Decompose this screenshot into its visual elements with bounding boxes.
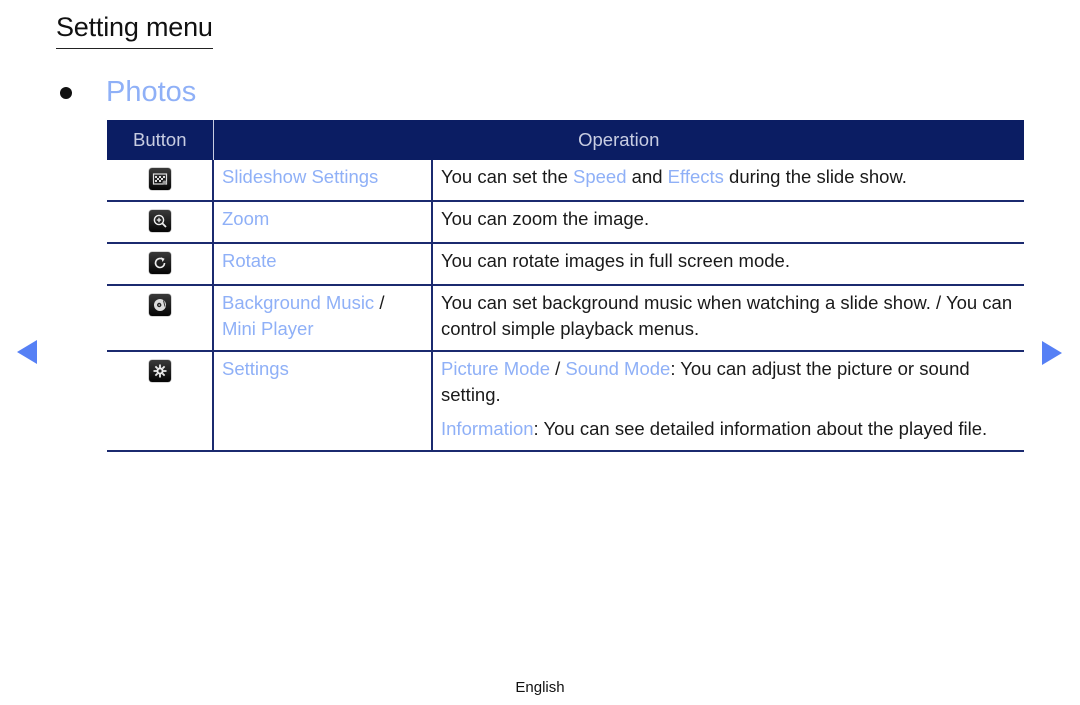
- text-run: /: [550, 358, 566, 379]
- text-run: : You can see detailed information about…: [533, 418, 988, 439]
- highlight-term: Background Music: [222, 292, 375, 313]
- function-name-cell: Settings: [213, 351, 433, 452]
- description-paragraph: Picture Mode / Sound Mode: You can adjus…: [441, 356, 1016, 408]
- description-paragraph: You can rotate images in full screen mod…: [441, 248, 1016, 274]
- table-row: Zoom You can zoom the image.: [107, 201, 1024, 244]
- function-name-cell: Zoom: [213, 201, 433, 244]
- background-music-icon: [148, 294, 171, 316]
- operation-description-cell: You can set background music when watchi…: [432, 285, 1024, 352]
- text-run: You can set the: [441, 166, 574, 187]
- description-paragraph: Information: You can see detailed inform…: [441, 416, 1016, 442]
- function-name-cell: Slideshow Settings: [213, 160, 433, 202]
- table-row: Rotate You can rotate images in full scre…: [107, 243, 1024, 286]
- slideshow-settings-icon: [148, 168, 171, 190]
- table-row: Slideshow Settings You can set the Speed …: [107, 160, 1024, 202]
- function-name: Rotate: [222, 250, 277, 271]
- triangle-left-icon[interactable]: [17, 340, 37, 364]
- bullet-icon: [60, 86, 72, 99]
- text-run: You can zoom the image.: [441, 208, 650, 229]
- button-cell: [107, 351, 214, 452]
- zoom-icon: [148, 210, 171, 232]
- header-operation: Operation: [213, 120, 1024, 160]
- operation-description-cell: You can set the Speed and Effects during…: [432, 160, 1024, 202]
- text-run: and: [626, 166, 668, 187]
- footer-language: English: [515, 679, 565, 696]
- operations-table: Button Operation Slideshow Settings You c…: [107, 120, 1024, 452]
- table-row: Background Music / Mini Player You can se…: [107, 285, 1024, 352]
- highlight-term: Mini Player: [222, 318, 314, 339]
- text-run: You can set background music when watchi…: [441, 292, 1013, 339]
- text-run: during the slide show.: [723, 166, 907, 187]
- function-name: Zoom: [222, 208, 270, 229]
- table-row: Settings Picture Mode / Sound Mode: You c…: [107, 351, 1024, 452]
- section-title: Photos: [106, 76, 197, 108]
- function-name: Settings: [222, 358, 289, 379]
- highlight-term: Picture Mode: [441, 358, 550, 379]
- triangle-right-icon[interactable]: [1042, 341, 1062, 365]
- description-paragraph: You can zoom the image.: [441, 206, 1016, 232]
- table-header-row: Button Operation: [107, 120, 1024, 160]
- button-cell: [107, 243, 214, 286]
- header-button: Button: [107, 120, 214, 160]
- text-run: You can rotate images in full screen mod…: [441, 250, 790, 271]
- operation-description-cell: Picture Mode / Sound Mode: You can adjus…: [432, 351, 1024, 452]
- highlight-term: Information: [441, 418, 534, 439]
- button-cell: [107, 160, 214, 202]
- highlight-term: Effects: [667, 166, 724, 187]
- settings-gear-icon: [148, 360, 171, 382]
- rotate-icon: [148, 252, 171, 274]
- description-paragraph: You can set the Speed and Effects during…: [441, 164, 1016, 190]
- function-name: Slideshow Settings: [222, 166, 379, 187]
- description-paragraph: You can set background music when watchi…: [441, 290, 1016, 342]
- function-name-cell: Background Music / Mini Player: [213, 285, 433, 352]
- button-cell: [107, 285, 214, 352]
- operation-description-cell: You can rotate images in full screen mod…: [432, 243, 1024, 286]
- highlight-term: Sound Mode: [565, 358, 671, 379]
- button-cell: [107, 201, 214, 244]
- function-name-cell: Rotate: [213, 243, 433, 286]
- section-heading: Photos: [60, 76, 196, 109]
- page-title: Setting menu: [56, 12, 213, 49]
- highlight-term: Speed: [573, 166, 627, 187]
- text-run: /: [374, 292, 385, 313]
- operation-description-cell: You can zoom the image.: [432, 201, 1024, 244]
